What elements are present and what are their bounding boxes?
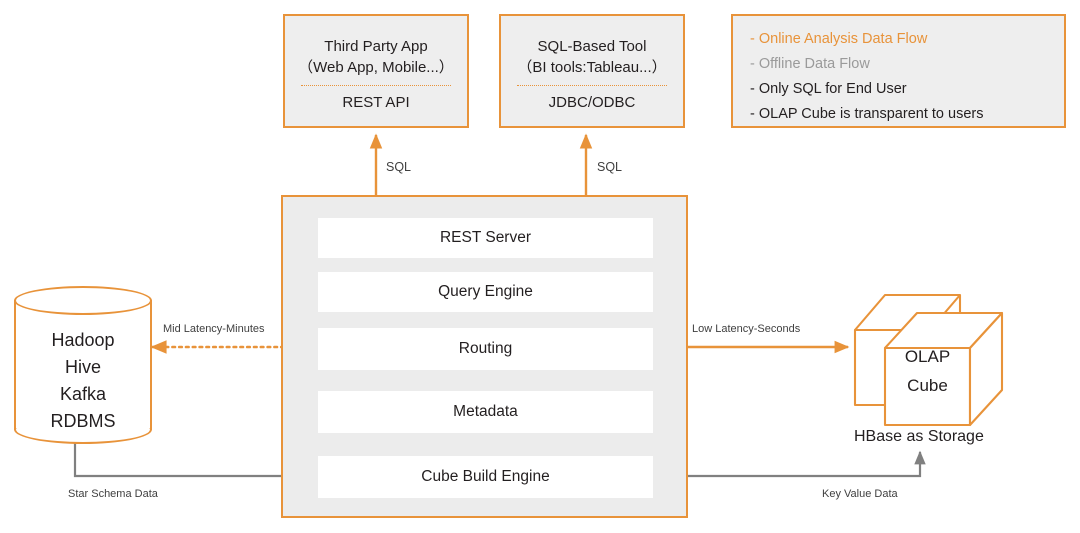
- olap-cube-front: [883, 311, 1004, 427]
- client-title-line2: （BI tools:Tableau...）: [517, 59, 667, 76]
- hbase-storage-caption: HBase as Storage: [854, 428, 984, 445]
- legend-item-only-sql: - Only SQL for End User: [750, 81, 907, 97]
- client-title-line1: SQL-Based Tool: [537, 38, 647, 55]
- low-latency-label: Low Latency-Seconds: [692, 323, 801, 335]
- sql-label-right: SQL: [597, 160, 623, 174]
- data-source-line-4: RDBMS: [50, 411, 116, 431]
- star-schema-label: Star Schema Data: [68, 488, 158, 500]
- panel-row-label: Cube Build Engine: [421, 468, 550, 485]
- legend-item-olap-transparent: - OLAP Cube is transparent to users: [750, 106, 984, 122]
- architecture-diagram: Third Party App （Web App, Mobile...） RES…: [0, 0, 1080, 533]
- client-box-sql-based-tool[interactable]: SQL-Based Tool （BI tools:Tableau...） JDB…: [499, 14, 685, 128]
- client-divider: [517, 85, 667, 86]
- panel-row-rest-server[interactable]: REST Server: [318, 218, 653, 258]
- client-protocol-label: JDBC/ODBC: [548, 94, 636, 111]
- client-protocol-label: REST API: [342, 94, 410, 111]
- olap-cube-line1: OLAP: [904, 347, 951, 366]
- olap-cube-line2: Cube: [907, 376, 948, 395]
- data-source-line-2: Hive: [64, 357, 101, 377]
- panel-row-label: REST Server: [439, 229, 532, 246]
- kylin-core-panel: REST Server Query Engine Routing Metadat…: [281, 195, 688, 518]
- key-value-arrow: [651, 450, 926, 478]
- sql-label-left: SQL: [386, 160, 412, 174]
- data-source-cylinder: Hadoop Hive Kafka RDBMS: [14, 286, 152, 444]
- panel-row-cube-build-engine[interactable]: Cube Build Engine: [318, 456, 653, 498]
- client-title-line1: Third Party App: [324, 38, 428, 55]
- mid-latency-label: Mid Latency-Minutes: [163, 323, 265, 335]
- panel-row-label: Metadata: [453, 403, 518, 420]
- panel-row-routing[interactable]: Routing: [318, 328, 653, 370]
- panel-row-query-engine[interactable]: Query Engine: [318, 272, 653, 312]
- panel-row-label: Query Engine: [438, 283, 533, 300]
- key-value-label: Key Value Data: [822, 488, 898, 500]
- legend-box: - Online Analysis Data Flow - Offline Da…: [731, 14, 1066, 128]
- panel-row-metadata[interactable]: Metadata: [318, 391, 653, 433]
- cylinder-top-ellipse: [14, 286, 152, 315]
- data-source-line-3: Kafka: [59, 384, 107, 404]
- client-title-line2: （Web App, Mobile...）: [298, 59, 454, 76]
- legend-item-online-flow: - Online Analysis Data Flow: [750, 31, 928, 47]
- legend-item-offline-flow: - Offline Data Flow: [750, 56, 870, 72]
- client-divider: [301, 85, 451, 86]
- panel-row-label: Routing: [458, 340, 513, 357]
- client-box-third-party-app[interactable]: Third Party App （Web App, Mobile...） RES…: [283, 14, 469, 128]
- data-source-line-1: Hadoop: [51, 330, 115, 350]
